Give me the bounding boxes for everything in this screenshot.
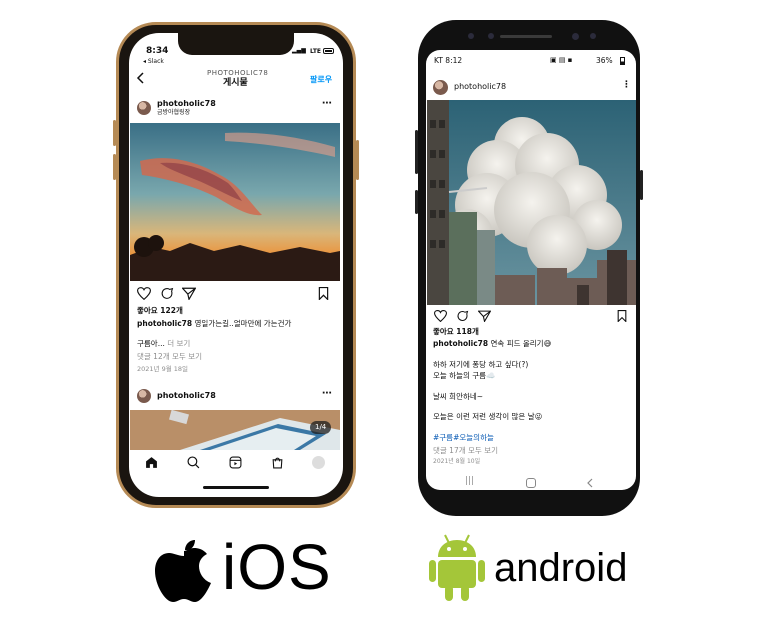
reels-icon[interactable] [229, 456, 242, 469]
home-icon[interactable] [145, 456, 158, 469]
android-caption-line4: 오늘은 이런 저런 생각이 많은 날😜 [433, 412, 543, 421]
android-status-battery: 36% [596, 56, 613, 65]
follow-button[interactable]: 팔로우 [310, 76, 332, 84]
comment-icon[interactable] [160, 287, 174, 300]
android-caption-line2: 오늘 하늘의 구름☁️ [433, 371, 496, 380]
sunset-photo[interactable] [130, 123, 340, 281]
home-indicator [203, 486, 269, 489]
ios-hashtag-line: 구름아... 더 보기 [137, 340, 190, 348]
heart-icon[interactable] [434, 310, 447, 322]
ios-header-title: 게시물 [223, 78, 248, 88]
ios-battery-icon [323, 48, 334, 54]
ios-status-network: LTE [310, 48, 322, 55]
second-photo[interactable] [130, 410, 340, 450]
avatar[interactable] [433, 80, 448, 95]
ios-signal-icon: ▂▄▆ [292, 47, 306, 54]
android-comments-link[interactable]: 댓글 17개 모두 보기 [433, 447, 498, 455]
comment-icon[interactable] [456, 310, 469, 322]
search-icon[interactable] [187, 456, 200, 469]
more-icon[interactable]: ⋯ [322, 389, 332, 399]
ios-post-date: 2021년 9월 18일 [137, 365, 189, 373]
avatar[interactable] [137, 101, 151, 115]
android-back-icon[interactable] [586, 478, 594, 488]
back-icon[interactable] [136, 72, 146, 84]
ios-header-subtitle: PHOTOHOLIC78 [207, 69, 269, 77]
carousel-counter: 1/4 [310, 421, 332, 434]
android-caption: photoholic78 연속 피드 올리기😅 [433, 340, 551, 348]
ios-second-username[interactable]: photoholic78 [157, 392, 216, 400]
apple-logo-icon [155, 540, 213, 602]
ios-username[interactable]: photoholic78 [157, 100, 216, 108]
android-post-date: 2021년 8월 10일 [433, 458, 481, 465]
android-power-button [640, 170, 643, 200]
android-caption-text: 연속 피드 올리기😅 [490, 339, 552, 348]
android-speaker [500, 35, 552, 38]
ios-likes[interactable]: 좋아요 122개 [137, 307, 183, 315]
more-icon[interactable]: ⋮ [622, 81, 631, 90]
android-logo-text: android [494, 546, 628, 590]
bookmark-icon[interactable] [617, 310, 627, 322]
android-robot-icon [428, 533, 486, 603]
android-caption-line3: 날씨 희안하네~ [433, 392, 484, 401]
android-hashtags[interactable]: #구름#오늘의하늘 [433, 434, 494, 442]
heart-icon[interactable] [137, 287, 151, 300]
ios-location[interactable]: 금방아협링장 [157, 110, 190, 116]
shop-icon[interactable] [271, 456, 284, 469]
ios-comments-link[interactable]: 댓글 12개 모두 보기 [137, 353, 202, 361]
ios-logo-text: iOS [222, 531, 332, 603]
ios-status-time: 8:34 [146, 46, 169, 56]
android-home-icon[interactable] [526, 478, 536, 488]
android-status-carrier: KT 8:12 [434, 56, 463, 65]
android-username[interactable]: photoholic78 [454, 83, 506, 91]
recent-apps-icon[interactable]: ||| [465, 477, 474, 486]
avatar[interactable] [137, 389, 151, 403]
android-sensor [468, 33, 474, 39]
cloud-photo[interactable] [427, 100, 636, 305]
ios-caption-text: 영일가는길..얼마만에 가는건가 [194, 319, 292, 328]
android-caption-user[interactable]: photoholic78 [433, 339, 488, 348]
android-camera [572, 33, 579, 40]
android-battery-icon [620, 57, 625, 65]
android-sensor [590, 33, 596, 39]
ios-power-button [356, 140, 359, 180]
share-icon[interactable] [182, 287, 196, 300]
android-caption-line1: 하하 저기에 퐁당 하고 싶다(?) [433, 360, 529, 369]
ios-caption: photoholic78 영일가는길..얼마만에 가는건가 [137, 320, 291, 328]
ios-caption-user[interactable]: photoholic78 [137, 319, 192, 328]
android-status-icons: ▣ ▤ ▪ [550, 56, 573, 64]
more-icon[interactable]: ⋯ [322, 99, 332, 109]
bookmark-icon[interactable] [318, 287, 329, 300]
share-icon[interactable] [478, 310, 491, 322]
ios-hashtag-text: 구름아... [137, 339, 165, 348]
iphone-notch [178, 33, 294, 55]
profile-icon[interactable] [312, 456, 325, 469]
android-likes[interactable]: 좋아요 118개 [433, 328, 479, 336]
android-sensor [488, 33, 494, 39]
ios-status-back-app[interactable]: ◂ Slack [143, 59, 164, 65]
ios-more-link[interactable]: 더 보기 [167, 339, 190, 348]
